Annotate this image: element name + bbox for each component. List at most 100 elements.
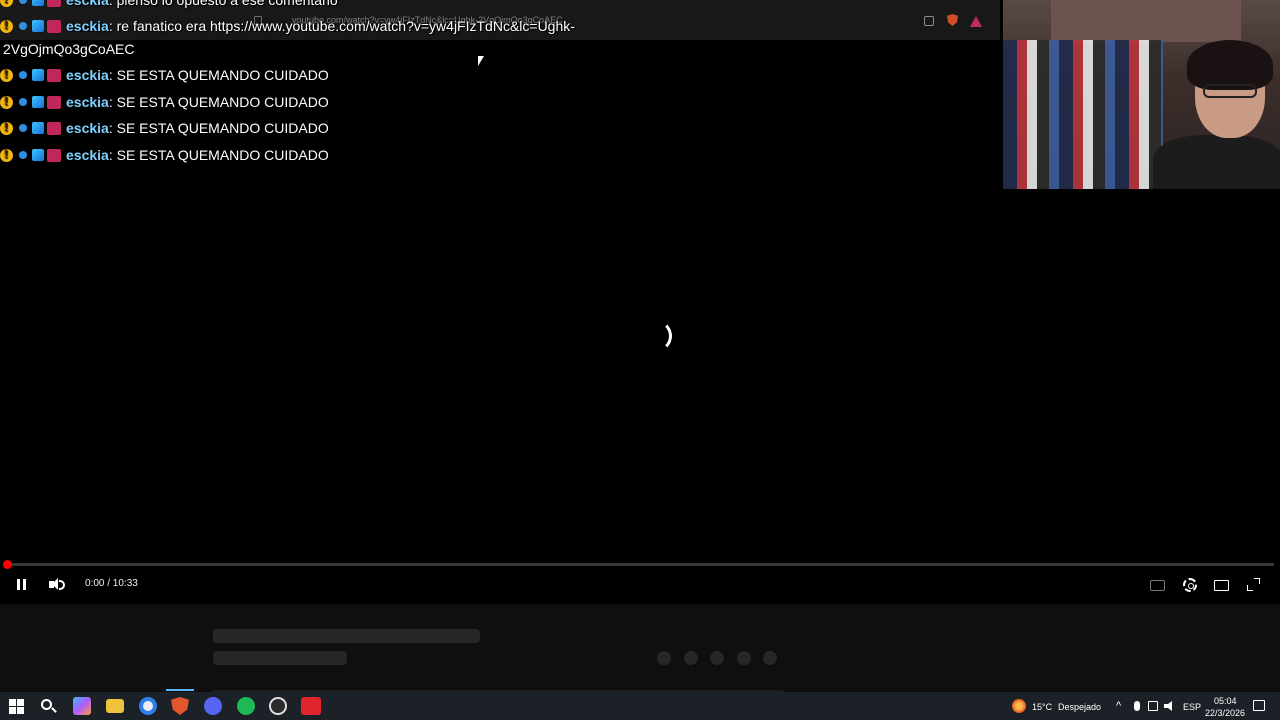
network-icon[interactable] [1148,701,1158,711]
language-indicator[interactable]: ESP [1183,702,1201,712]
brave-icon[interactable] [171,697,189,715]
moderator-badge-icon [0,0,13,7]
weather-icon[interactable] [1012,699,1026,713]
clock-date[interactable]: 22/3/2026 [1205,708,1245,718]
chat-text: 2VgOjmQo3gCoAEC [3,41,135,57]
chat-username: esckia [66,94,109,110]
chat-text: : SE ESTA QUEMANDO CUIDADO [108,120,329,136]
chat-message: esckia : SE ESTA QUEMANDO CUIDADO [0,89,329,115]
file-explorer-icon[interactable] [106,699,124,713]
subtitle-skeleton [213,651,347,665]
player-controls: 0:00 / 10:33 [0,570,1280,600]
theater-icon [1214,580,1229,591]
weather-condition[interactable]: Despejado [1058,702,1101,712]
captions-icon [1150,580,1165,591]
dot-badge-icon [19,71,27,79]
moderator-badge-icon [0,147,13,162]
notifications-icon[interactable] [1253,700,1265,711]
dot-badge-icon [19,0,27,4]
start-button[interactable] [7,697,25,715]
dot-badge-icon [19,124,27,132]
discord-icon[interactable] [204,697,222,715]
share-icon[interactable] [924,16,934,26]
moderator-badge-icon [0,67,13,82]
action-skeleton [657,651,671,665]
chat-text: : re fanatico era https://www.youtube.co… [108,18,575,34]
subscriber-badge-icon [47,19,61,33]
chat-message: esckia : SE ESTA QUEMANDO CUIDADO [0,115,329,141]
fullscreen-icon [1254,578,1260,584]
volume-button[interactable] [46,576,66,594]
chat-message: esckia : SE ESTA QUEMANDO CUIDADO [0,62,329,88]
pause-button[interactable] [12,576,32,594]
windows-logo-icon [17,707,24,714]
tray-chevron-up-icon[interactable]: ^ [1116,700,1121,712]
search-icon [51,707,57,713]
speaker-cone-icon [52,578,58,590]
theater-mode-button[interactable] [1212,576,1232,594]
dot-badge-icon [19,98,27,106]
subscriber-badge-icon [47,0,61,7]
webcam-clothes-rack [1003,40,1163,189]
moderator-badge-icon [0,18,13,33]
cube-badge-icon [32,20,44,32]
weather-temp[interactable]: 15°C [1032,702,1052,712]
webcam-person-hair [1187,40,1273,90]
webcam-wall-posters [1051,0,1241,42]
subscriber-badge-icon [47,95,61,109]
obs-icon[interactable] [269,697,287,715]
chat-username: esckia [66,120,109,136]
cube-badge-icon [32,149,44,161]
progress-scrubber-handle[interactable] [3,560,12,569]
chat-message-continuation: 2VgOjmQo3gCoAEC [3,36,135,62]
fullscreen-button[interactable] [1244,576,1264,594]
subscriber-badge-icon [47,121,61,135]
webcam-feed [1003,0,1280,189]
chrome-icon[interactable] [139,697,157,715]
loading-spinner-icon [640,320,672,352]
fullscreen-icon [1247,585,1253,591]
chat-username: esckia [66,147,109,163]
video-progress-bar[interactable] [6,563,1274,566]
moderator-badge-icon [0,94,13,109]
gear-icon [1183,578,1197,592]
spotify-icon[interactable] [237,697,255,715]
action-skeleton [710,651,724,665]
action-skeleton [684,651,698,665]
title-skeleton [213,629,480,643]
subscriber-badge-icon [47,148,61,162]
windows-logo-icon [9,707,16,714]
chat-text: : SE ESTA QUEMANDO CUIDADO [108,67,329,83]
cube-badge-icon [32,0,44,6]
settings-button[interactable] [1180,576,1200,594]
brave-rewards-icon[interactable] [970,16,982,27]
chat-message: esckia : SE ESTA QUEMANDO CUIDADO [0,142,329,168]
action-skeleton [737,651,751,665]
chat-username: esckia [66,67,109,83]
windows-logo-icon [9,699,16,706]
windows-logo-icon [17,699,24,706]
cube-badge-icon [32,122,44,134]
microphone-icon[interactable] [1134,701,1140,711]
dot-badge-icon [19,151,27,159]
streamer-app-icon[interactable] [301,697,321,715]
chat-text: : pienso lo opuesto a ese comentario [108,0,338,8]
moderator-badge-icon [0,120,13,135]
dot-badge-icon [19,22,27,30]
video-info-placeholder [0,604,1280,692]
brave-shield-icon[interactable] [947,14,958,26]
active-app-indicator [166,689,194,691]
search-button[interactable] [39,697,57,715]
chat-username: esckia [66,0,109,8]
cube-badge-icon [32,69,44,81]
captions-button[interactable] [1148,576,1168,594]
mouse-cursor-icon [478,56,484,66]
volume-wave-icon [59,580,65,590]
webcam-person-glasses [1203,84,1257,98]
clock-time[interactable]: 05:04 [1214,696,1237,706]
subscriber-badge-icon [47,68,61,82]
time-display: 0:00 / 10:33 [85,578,138,589]
copilot-icon[interactable] [73,697,91,715]
action-skeleton [763,651,777,665]
chat-username: esckia [66,18,109,34]
